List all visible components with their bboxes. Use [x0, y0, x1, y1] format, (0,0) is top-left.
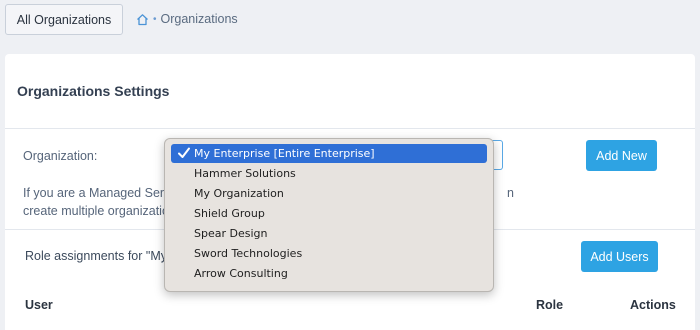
add-new-button[interactable]: Add New — [586, 140, 657, 171]
divider — [5, 128, 695, 129]
dropdown-option-label: Hammer Solutions — [194, 167, 296, 180]
breadcrumb: • Organizations — [136, 11, 238, 27]
dropdown-option-my-organization[interactable]: My Organization — [171, 184, 487, 203]
dropdown-option-label: My Organization — [194, 187, 284, 200]
dropdown-option-spear-design[interactable]: Spear Design — [171, 224, 487, 243]
help-text-line1-end: n — [507, 186, 514, 200]
page-title: Organizations Settings — [17, 83, 170, 99]
dropdown-option-label: Shield Group — [194, 207, 265, 220]
dropdown-option-sword-technologies[interactable]: Sword Technologies — [171, 244, 487, 263]
dropdown-option-label: Arrow Consulting — [194, 267, 288, 280]
dropdown-option-label: Sword Technologies — [194, 247, 303, 260]
dropdown-option-hammer-solutions[interactable]: Hammer Solutions — [171, 164, 487, 183]
add-users-button[interactable]: Add Users — [581, 241, 658, 272]
dropdown-option-shield-group[interactable]: Shield Group — [171, 204, 487, 223]
home-icon[interactable] — [136, 13, 149, 26]
dropdown-option-my-enterprise[interactable]: My Enterprise [Entire Enterprise] — [171, 144, 487, 163]
checkmark-icon — [177, 146, 191, 160]
breadcrumb-separator: • — [153, 13, 157, 25]
all-organizations-button[interactable]: All Organizations — [5, 4, 123, 35]
dropdown-option-label: My Enterprise [Entire Enterprise] — [194, 147, 375, 160]
breadcrumb-organizations: Organizations — [160, 12, 238, 26]
column-header-role[interactable]: Role — [536, 298, 563, 312]
top-bar: All Organizations • Organizations — [0, 0, 700, 52]
column-header-actions: Actions — [630, 298, 676, 312]
dropdown-option-arrow-consulting[interactable]: Arrow Consulting — [171, 264, 487, 283]
dropdown-option-label: Spear Design — [194, 227, 268, 240]
role-assignments-heading: Role assignments for "My E — [25, 249, 179, 263]
organization-dropdown-menu: My Enterprise [Entire Enterprise] Hammer… — [164, 138, 494, 292]
organization-label: Organization: — [23, 149, 98, 163]
column-header-user[interactable]: User — [25, 298, 53, 312]
